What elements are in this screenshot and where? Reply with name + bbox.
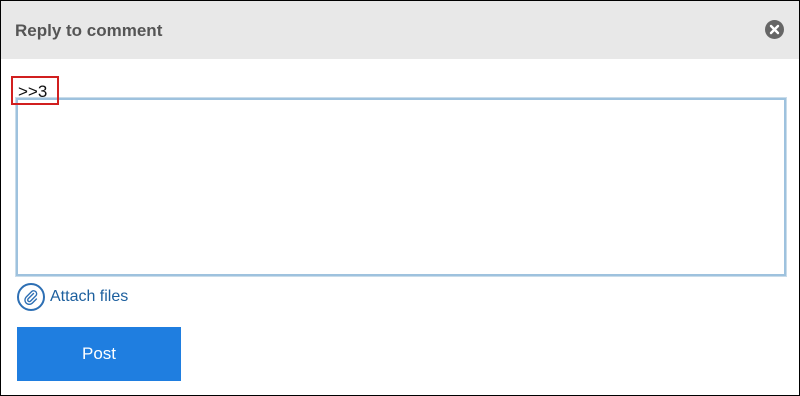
attach-files-label: Attach files — [50, 288, 129, 305]
dialog-header: Reply to comment — [1, 1, 799, 59]
close-icon — [769, 24, 780, 35]
dialog-title: Reply to comment — [15, 21, 163, 40]
reply-dialog: Reply to comment >>3 Attach files Post — [0, 0, 800, 396]
attach-files-link[interactable]: Attach files — [17, 283, 128, 311]
close-button[interactable] — [765, 20, 784, 39]
reply-reference: >>3 — [11, 76, 59, 105]
post-button[interactable]: Post — [17, 327, 181, 381]
paperclip-icon — [17, 283, 45, 311]
comment-textarea[interactable] — [15, 97, 787, 277]
